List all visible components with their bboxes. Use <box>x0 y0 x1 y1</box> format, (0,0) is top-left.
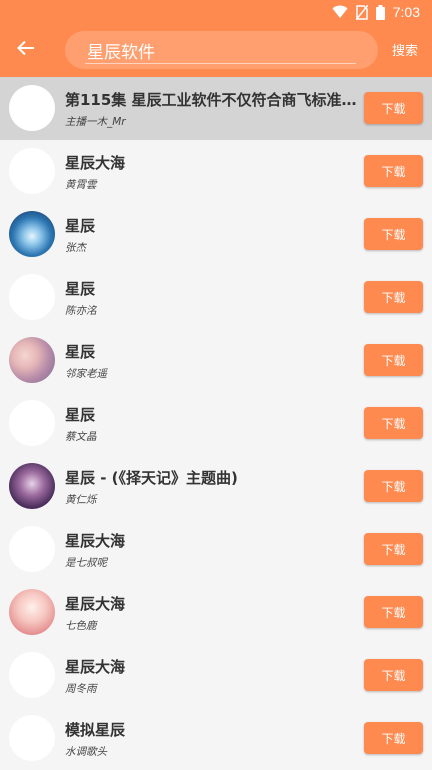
arrow-left-icon <box>17 40 34 56</box>
song-title: 星辰大海 <box>65 154 126 172</box>
cover-avatar <box>9 85 55 131</box>
song-artist: 是七叔呢 <box>65 557 107 569</box>
result-list: 第115集 星辰工业软件不仅符合商飞标准，甚至超越了西方主播一木_Mr下载星辰大… <box>0 77 432 770</box>
song-title: 星辰大海 <box>65 595 126 613</box>
cover-avatar <box>9 715 55 761</box>
song-artist: 张杰 <box>65 242 86 254</box>
result-row[interactable]: 星辰邻家老遥 下载 <box>0 329 432 392</box>
song-title: 第115集 星辰工业软件不仅符合商飞标准，甚至超越了西方 <box>65 91 365 109</box>
result-row[interactable]: 星辰陈亦洺 下载 <box>0 266 432 329</box>
song-artist: 陈亦洺 <box>65 305 97 317</box>
cover-avatar <box>9 652 55 698</box>
cover-avatar <box>9 400 55 446</box>
song-title: 星辰大海 <box>65 532 126 550</box>
cover-avatar <box>9 526 55 572</box>
song-title: 模拟星辰 <box>65 721 126 739</box>
song-title: 星辰 - (《择天记》主题曲) <box>65 469 238 487</box>
cover-avatar <box>9 337 55 383</box>
download-button[interactable]: 下载 <box>364 344 423 376</box>
status-bar: 7:03 <box>0 0 432 24</box>
download-button[interactable]: 下载 <box>364 722 423 754</box>
cover-avatar <box>9 148 55 194</box>
app-header: 7:03 搜索 <box>0 0 432 77</box>
result-row[interactable]: 星辰大海是七叔呢 下载 <box>0 518 432 581</box>
download-button[interactable]: 下载 <box>364 596 423 628</box>
song-artist: 周冬雨 <box>65 683 97 695</box>
song-artist: 邻家老遥 <box>65 368 107 380</box>
song-title: 星辰 <box>65 406 96 424</box>
download-button[interactable]: 下载 <box>364 533 423 565</box>
song-artist: 黄霄雲 <box>65 179 97 191</box>
status-time: 7:03 <box>392 4 420 20</box>
result-row[interactable]: 模拟星辰水调歌头 下载 <box>0 707 432 770</box>
status-icons: 7:03 <box>332 3 420 21</box>
result-row[interactable]: 星辰大海黄霄雲 下载 <box>0 140 432 203</box>
result-row[interactable]: 星辰蔡文晶 下载 <box>0 392 432 455</box>
search-box <box>65 31 378 69</box>
result-row[interactable]: 第115集 星辰工业软件不仅符合商飞标准，甚至超越了西方主播一木_Mr 下载 <box>0 77 432 140</box>
song-artist: 七色鹿 <box>65 620 97 632</box>
result-row[interactable]: 星辰 - (《择天记》主题曲) 黄仁烁 下载 <box>0 455 432 518</box>
song-artist: 主播一木_Mr <box>65 116 126 128</box>
wifi-icon <box>332 5 348 18</box>
cover-avatar <box>9 589 55 635</box>
search-input[interactable] <box>85 37 357 63</box>
download-button[interactable]: 下载 <box>364 155 423 187</box>
result-row[interactable]: 星辰大海七色鹿 下载 <box>0 581 432 644</box>
song-title: 星辰大海 <box>65 658 126 676</box>
download-button[interactable]: 下载 <box>364 407 423 439</box>
cover-avatar <box>9 463 55 509</box>
download-button[interactable]: 下载 <box>364 470 423 502</box>
cover-avatar <box>9 211 55 257</box>
no-sim-icon <box>355 4 368 20</box>
download-button[interactable]: 下载 <box>364 659 423 691</box>
battery-icon <box>375 4 385 20</box>
song-artist: 水调歌头 <box>65 746 107 758</box>
search-underline <box>85 63 356 64</box>
search-toolbar: 搜索 <box>0 24 432 77</box>
search-button[interactable]: 搜索 <box>392 40 418 59</box>
song-title: 星辰 <box>65 280 96 298</box>
song-artist: 蔡文晶 <box>65 431 97 443</box>
result-row[interactable]: 星辰大海周冬雨 下载 <box>0 644 432 707</box>
download-button[interactable]: 下载 <box>364 281 423 313</box>
download-button[interactable]: 下载 <box>364 92 423 124</box>
cover-avatar <box>9 274 55 320</box>
result-row[interactable]: 星辰张杰 下载 <box>0 203 432 266</box>
song-title: 星辰 <box>65 217 96 235</box>
download-button[interactable]: 下载 <box>364 218 423 250</box>
song-artist: 黄仁烁 <box>65 494 97 506</box>
back-button[interactable] <box>10 32 42 64</box>
song-title: 星辰 <box>65 343 96 361</box>
